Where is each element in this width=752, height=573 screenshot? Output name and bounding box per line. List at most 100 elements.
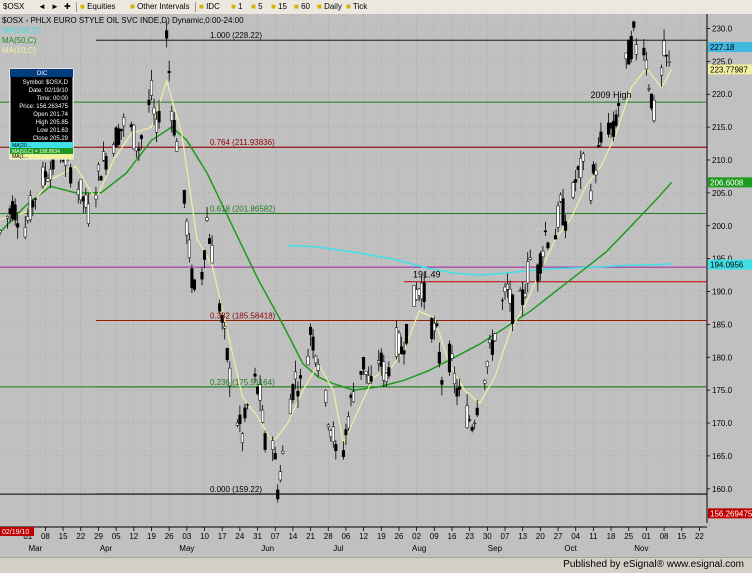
y-tick-label: 200.0 [712, 222, 733, 231]
candle-body [435, 323, 439, 327]
interval-5-button[interactable]: ■ 5 [251, 2, 263, 12]
daily-button[interactable]: ■ Daily [317, 2, 342, 12]
x-tick-label: 07 [501, 532, 510, 541]
candle-body [536, 264, 540, 283]
equities-folder[interactable]: ■ Equities [80, 2, 116, 12]
fib-label: 0.618 (201.86582) [210, 204, 276, 213]
candle-body [139, 135, 143, 139]
price-chart[interactable]: 1.000 (228.22) 0.764 (211.93836) 0.618 (20… [0, 14, 752, 557]
candle-body [606, 122, 611, 135]
tick-label: Tick [352, 2, 368, 11]
candle-body [8, 208, 12, 215]
fib-label: 0.764 (211.93836) [210, 138, 275, 147]
candle-body [202, 250, 207, 260]
candle-body [617, 103, 621, 106]
candle-body [114, 127, 118, 148]
x-tick-label: 25 [624, 532, 633, 541]
candle-body [101, 151, 106, 161]
candle-body [84, 194, 88, 208]
candle-body [394, 327, 398, 357]
y-tick-label: 180.0 [712, 353, 733, 362]
candle-body [243, 407, 247, 419]
x-tick-label: 22 [76, 532, 85, 541]
candle-body [581, 153, 585, 162]
candle-body [632, 21, 636, 28]
back-icon[interactable]: ◄ [38, 2, 46, 12]
interval-60-button[interactable]: ■ 60 [294, 2, 310, 12]
candle-body [155, 118, 159, 133]
publisher-credit: Published by eSignal® www.esignal.com [563, 559, 744, 570]
folder-icon: ■ [294, 2, 299, 11]
candle-body [263, 433, 267, 450]
candle-body [152, 107, 156, 115]
candle-body [187, 239, 191, 259]
candle-body [488, 339, 492, 344]
y-tick-label: 165.0 [712, 452, 733, 461]
x-tick-label: 23 [465, 532, 474, 541]
add-icon[interactable]: ✚ [64, 2, 71, 12]
candle-body [490, 339, 494, 355]
x-tick-label: 28 [324, 532, 333, 541]
price-label: 227.18 [710, 43, 735, 52]
candle-body [273, 452, 277, 460]
candle-body [362, 356, 366, 370]
folder-icon: ■ [231, 2, 236, 11]
data-window-close: Close 205.29 [33, 136, 69, 142]
candle-body [86, 203, 90, 224]
idc-button[interactable]: ■ IDC [199, 2, 220, 12]
candle-body [61, 160, 65, 162]
candle-body [377, 360, 381, 364]
forward-icon[interactable]: ► [51, 2, 59, 12]
candle-body [662, 40, 666, 56]
data-window[interactable]: OIC Symbol: $OSX,D Date: 02/19/10 Time: … [9, 68, 74, 160]
candle-body [440, 380, 444, 385]
candle-body [634, 44, 638, 55]
candle-body [218, 303, 222, 312]
candle-body [344, 429, 348, 436]
candle-body [225, 348, 229, 361]
candle-body [417, 288, 421, 296]
candle-body [629, 36, 633, 60]
candle-body [137, 148, 141, 151]
candle-body [359, 371, 363, 375]
y-tick-label: 220.0 [712, 90, 733, 99]
candle-body [559, 194, 563, 202]
y-tick-label: 190.0 [712, 288, 733, 297]
candle-body [614, 114, 618, 126]
data-window-ma10: MA(1... [12, 154, 28, 160]
candle-body [48, 168, 53, 181]
candle-body [26, 216, 30, 221]
y-tick-label: 170.0 [712, 419, 733, 428]
candle-body [314, 355, 318, 364]
candle-body [271, 440, 275, 450]
x-tick-label: 31 [253, 532, 262, 541]
interval-5-label: 5 [258, 2, 263, 11]
candle-body [564, 221, 568, 231]
other-intervals-folder[interactable]: ■ Other Intervals [130, 2, 190, 12]
candle-body [523, 293, 527, 298]
candle-body [475, 407, 479, 416]
footer: Published by eSignal® www.esignal.com [0, 557, 752, 573]
x-tick-label: 19 [147, 532, 156, 541]
candle-body [528, 257, 532, 260]
candle-body [122, 117, 126, 127]
candle-body [298, 375, 303, 379]
tick-button[interactable]: ■ Tick [346, 2, 367, 12]
candle-body [521, 289, 525, 305]
candle-body [149, 80, 154, 96]
y-tick-label: 215.0 [712, 123, 733, 132]
x-tick-label: 09 [430, 532, 439, 541]
candle-body [351, 391, 356, 403]
candle-body [175, 141, 179, 152]
candle-body [200, 271, 204, 280]
candle-body [384, 372, 388, 382]
interval-15-button[interactable]: ■ 15 [271, 2, 287, 12]
candle-body [278, 471, 282, 481]
symbol-field[interactable]: $OSX [3, 2, 24, 12]
x-tick-label: 04 [571, 532, 580, 541]
candle-body [422, 282, 426, 302]
interval-1-button[interactable]: ■ 1 [231, 2, 243, 12]
candle-body [205, 217, 209, 221]
candle-body [240, 433, 244, 444]
y-tick-label: 175.0 [712, 386, 733, 395]
